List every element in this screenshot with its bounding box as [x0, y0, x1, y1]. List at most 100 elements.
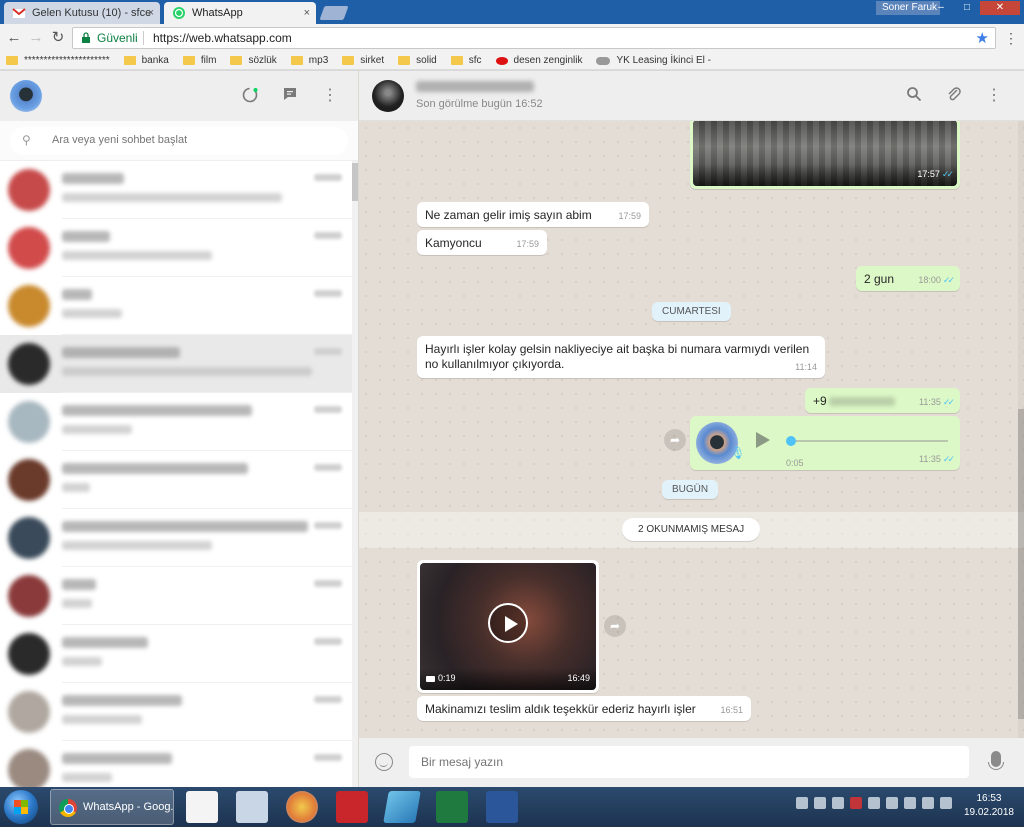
start-button[interactable] — [4, 790, 38, 824]
play-icon[interactable] — [756, 432, 770, 448]
bookmark-item[interactable]: ********************** — [6, 55, 110, 66]
network-icon[interactable] — [886, 797, 898, 809]
bookmark-label: solid — [416, 55, 437, 66]
tab-whatsapp[interactable]: WhatsApp × — [164, 2, 316, 24]
url-text[interactable]: https://web.whatsapp.com — [153, 31, 292, 45]
chat-list-scrollbar[interactable] — [352, 161, 358, 787]
bookmark-item[interactable]: YK Leasing İkinci El - — [596, 55, 711, 66]
reload-icon[interactable]: ↻ — [50, 30, 66, 46]
chat-list-item[interactable] — [0, 741, 352, 787]
chat-list-item[interactable] — [0, 509, 352, 567]
outgoing-message[interactable]: 2 gun 18:00 ✓✓ — [856, 266, 960, 291]
incoming-message[interactable]: Makinamızı teslim aldık teşekkür ederiz … — [417, 696, 751, 721]
incoming-message[interactable]: Kamyoncu 17:59 — [417, 230, 547, 255]
voice-progress-track[interactable] — [790, 440, 948, 442]
taskbar-chrome-window[interactable]: WhatsApp - Goog... — [50, 789, 174, 825]
close-window-button[interactable]: ✕ — [980, 1, 1020, 15]
emoji-icon[interactable] — [375, 753, 393, 771]
chat-list-item[interactable] — [0, 277, 352, 335]
message-input[interactable] — [409, 746, 969, 778]
search-icon[interactable] — [904, 86, 924, 106]
folder-icon — [182, 56, 195, 65]
chat-list-item[interactable] — [0, 683, 352, 741]
chat-list-item[interactable] — [0, 219, 352, 277]
tab-gmail[interactable]: Gelen Kutusu (10) - sfce × — [4, 2, 160, 24]
bookmark-item[interactable]: mp3 — [290, 55, 328, 66]
outgoing-message[interactable]: +9 11:35 ✓✓ — [805, 388, 960, 413]
video-camera-icon — [426, 675, 435, 682]
chat-list-item[interactable] — [0, 567, 352, 625]
video-play-button[interactable] — [488, 603, 528, 643]
chat-list-item[interactable] — [0, 451, 352, 509]
tab-close-icon[interactable]: × — [304, 2, 310, 24]
omnibox[interactable]: Güvenli https://web.whatsapp.com ★ — [72, 27, 996, 49]
volume-icon[interactable] — [940, 797, 952, 809]
chat-list-item[interactable] — [0, 161, 352, 219]
tray-icon[interactable] — [832, 797, 844, 809]
chat-time-redacted — [314, 696, 342, 703]
tray-icon[interactable] — [868, 797, 880, 809]
scroll-thumb[interactable] — [1018, 409, 1024, 719]
forward-icon[interactable]: ➦ — [604, 615, 626, 637]
chat-name-redacted — [62, 231, 110, 242]
conversation-header[interactable]: Son görülme bugün 16:52 ⋮ — [359, 71, 1024, 121]
menu-icon[interactable]: ⋮ — [320, 86, 340, 106]
bookmark-item[interactable]: sfc — [450, 55, 482, 66]
message-scrollbar[interactable] — [1018, 121, 1024, 738]
back-icon[interactable]: ← — [6, 30, 22, 46]
incoming-message[interactable]: Ne zaman gelir imiş sayın abim 17:59 — [417, 202, 649, 227]
bookmark-item[interactable]: solid — [398, 55, 437, 66]
menu-icon[interactable]: ⋮ — [984, 86, 1004, 106]
chat-time-redacted — [314, 232, 342, 239]
paint-icon[interactable] — [286, 791, 318, 823]
attach-icon[interactable] — [944, 86, 964, 106]
bookmark-item[interactable]: banka — [123, 55, 169, 66]
chat-list-item[interactable] — [0, 625, 352, 683]
bookmark-star-icon[interactable]: ★ — [976, 29, 989, 47]
word-icon[interactable] — [486, 791, 518, 823]
image-message[interactable]: 17:57 ✓✓ — [690, 121, 960, 189]
image-thumbnail[interactable]: 17:57 ✓✓ — [693, 121, 957, 186]
contact-avatar[interactable] — [372, 80, 404, 112]
notes-app-icon[interactable] — [383, 791, 421, 823]
cloud-icon[interactable] — [814, 797, 826, 809]
chat-avatar — [8, 459, 50, 501]
tray-icon[interactable] — [922, 797, 934, 809]
forward-icon[interactable]: → — [28, 30, 44, 46]
system-clock[interactable]: 16:53 19.02.2018 — [964, 792, 1014, 820]
search-input[interactable] — [52, 134, 332, 146]
forward-icon[interactable]: ➦ — [664, 429, 686, 451]
new-chat-icon[interactable] — [280, 86, 300, 106]
voice-message[interactable]: 🎙 0:05 11:35 ✓✓ — [690, 416, 960, 470]
new-tab-button[interactable] — [319, 6, 349, 20]
video-thumbnail[interactable]: 0:19 16:49 — [420, 563, 596, 690]
message-text: +9 — [813, 394, 827, 408]
tab-close-icon[interactable]: × — [148, 2, 154, 24]
search-box[interactable]: ⚲ — [10, 127, 348, 155]
minimize-button[interactable]: – — [928, 1, 954, 15]
bookmark-item[interactable]: sözlük — [230, 55, 277, 66]
alert-icon[interactable] — [850, 797, 862, 809]
status-icon[interactable] — [240, 86, 260, 106]
unread-banner: 2 OKUNMAMIŞ MESAJ — [359, 512, 1024, 548]
bookmark-item[interactable]: sirket — [342, 55, 384, 66]
incoming-message[interactable]: Hayırlı işler kolay gelsin nakliyeciye a… — [417, 336, 825, 378]
browser-menu-icon[interactable]: ⋮ — [1004, 30, 1018, 47]
calculator-icon[interactable] — [236, 791, 268, 823]
drawing-app-icon[interactable] — [186, 791, 218, 823]
excel-icon[interactable] — [436, 791, 468, 823]
my-avatar[interactable] — [10, 80, 42, 112]
chat-list-item[interactable] — [0, 393, 352, 451]
bookmark-item[interactable]: film — [182, 55, 216, 66]
tray-icon[interactable] — [796, 797, 808, 809]
bookmark-item[interactable]: desen zenginlik — [495, 55, 582, 66]
flag-icon[interactable] — [904, 797, 916, 809]
chat-list-item[interactable] — [0, 335, 352, 393]
solidworks-icon[interactable] — [336, 791, 368, 823]
scroll-thumb[interactable] — [352, 163, 358, 201]
message-area: 17:57 ✓✓ Ne zaman gelir imiş sayın abim 1… — [359, 121, 1024, 738]
video-message[interactable]: 0:19 16:49 — [417, 560, 599, 693]
maximize-button[interactable]: □ — [954, 1, 980, 15]
voice-progress-handle[interactable] — [786, 436, 796, 446]
status-ring-icon — [242, 87, 258, 103]
